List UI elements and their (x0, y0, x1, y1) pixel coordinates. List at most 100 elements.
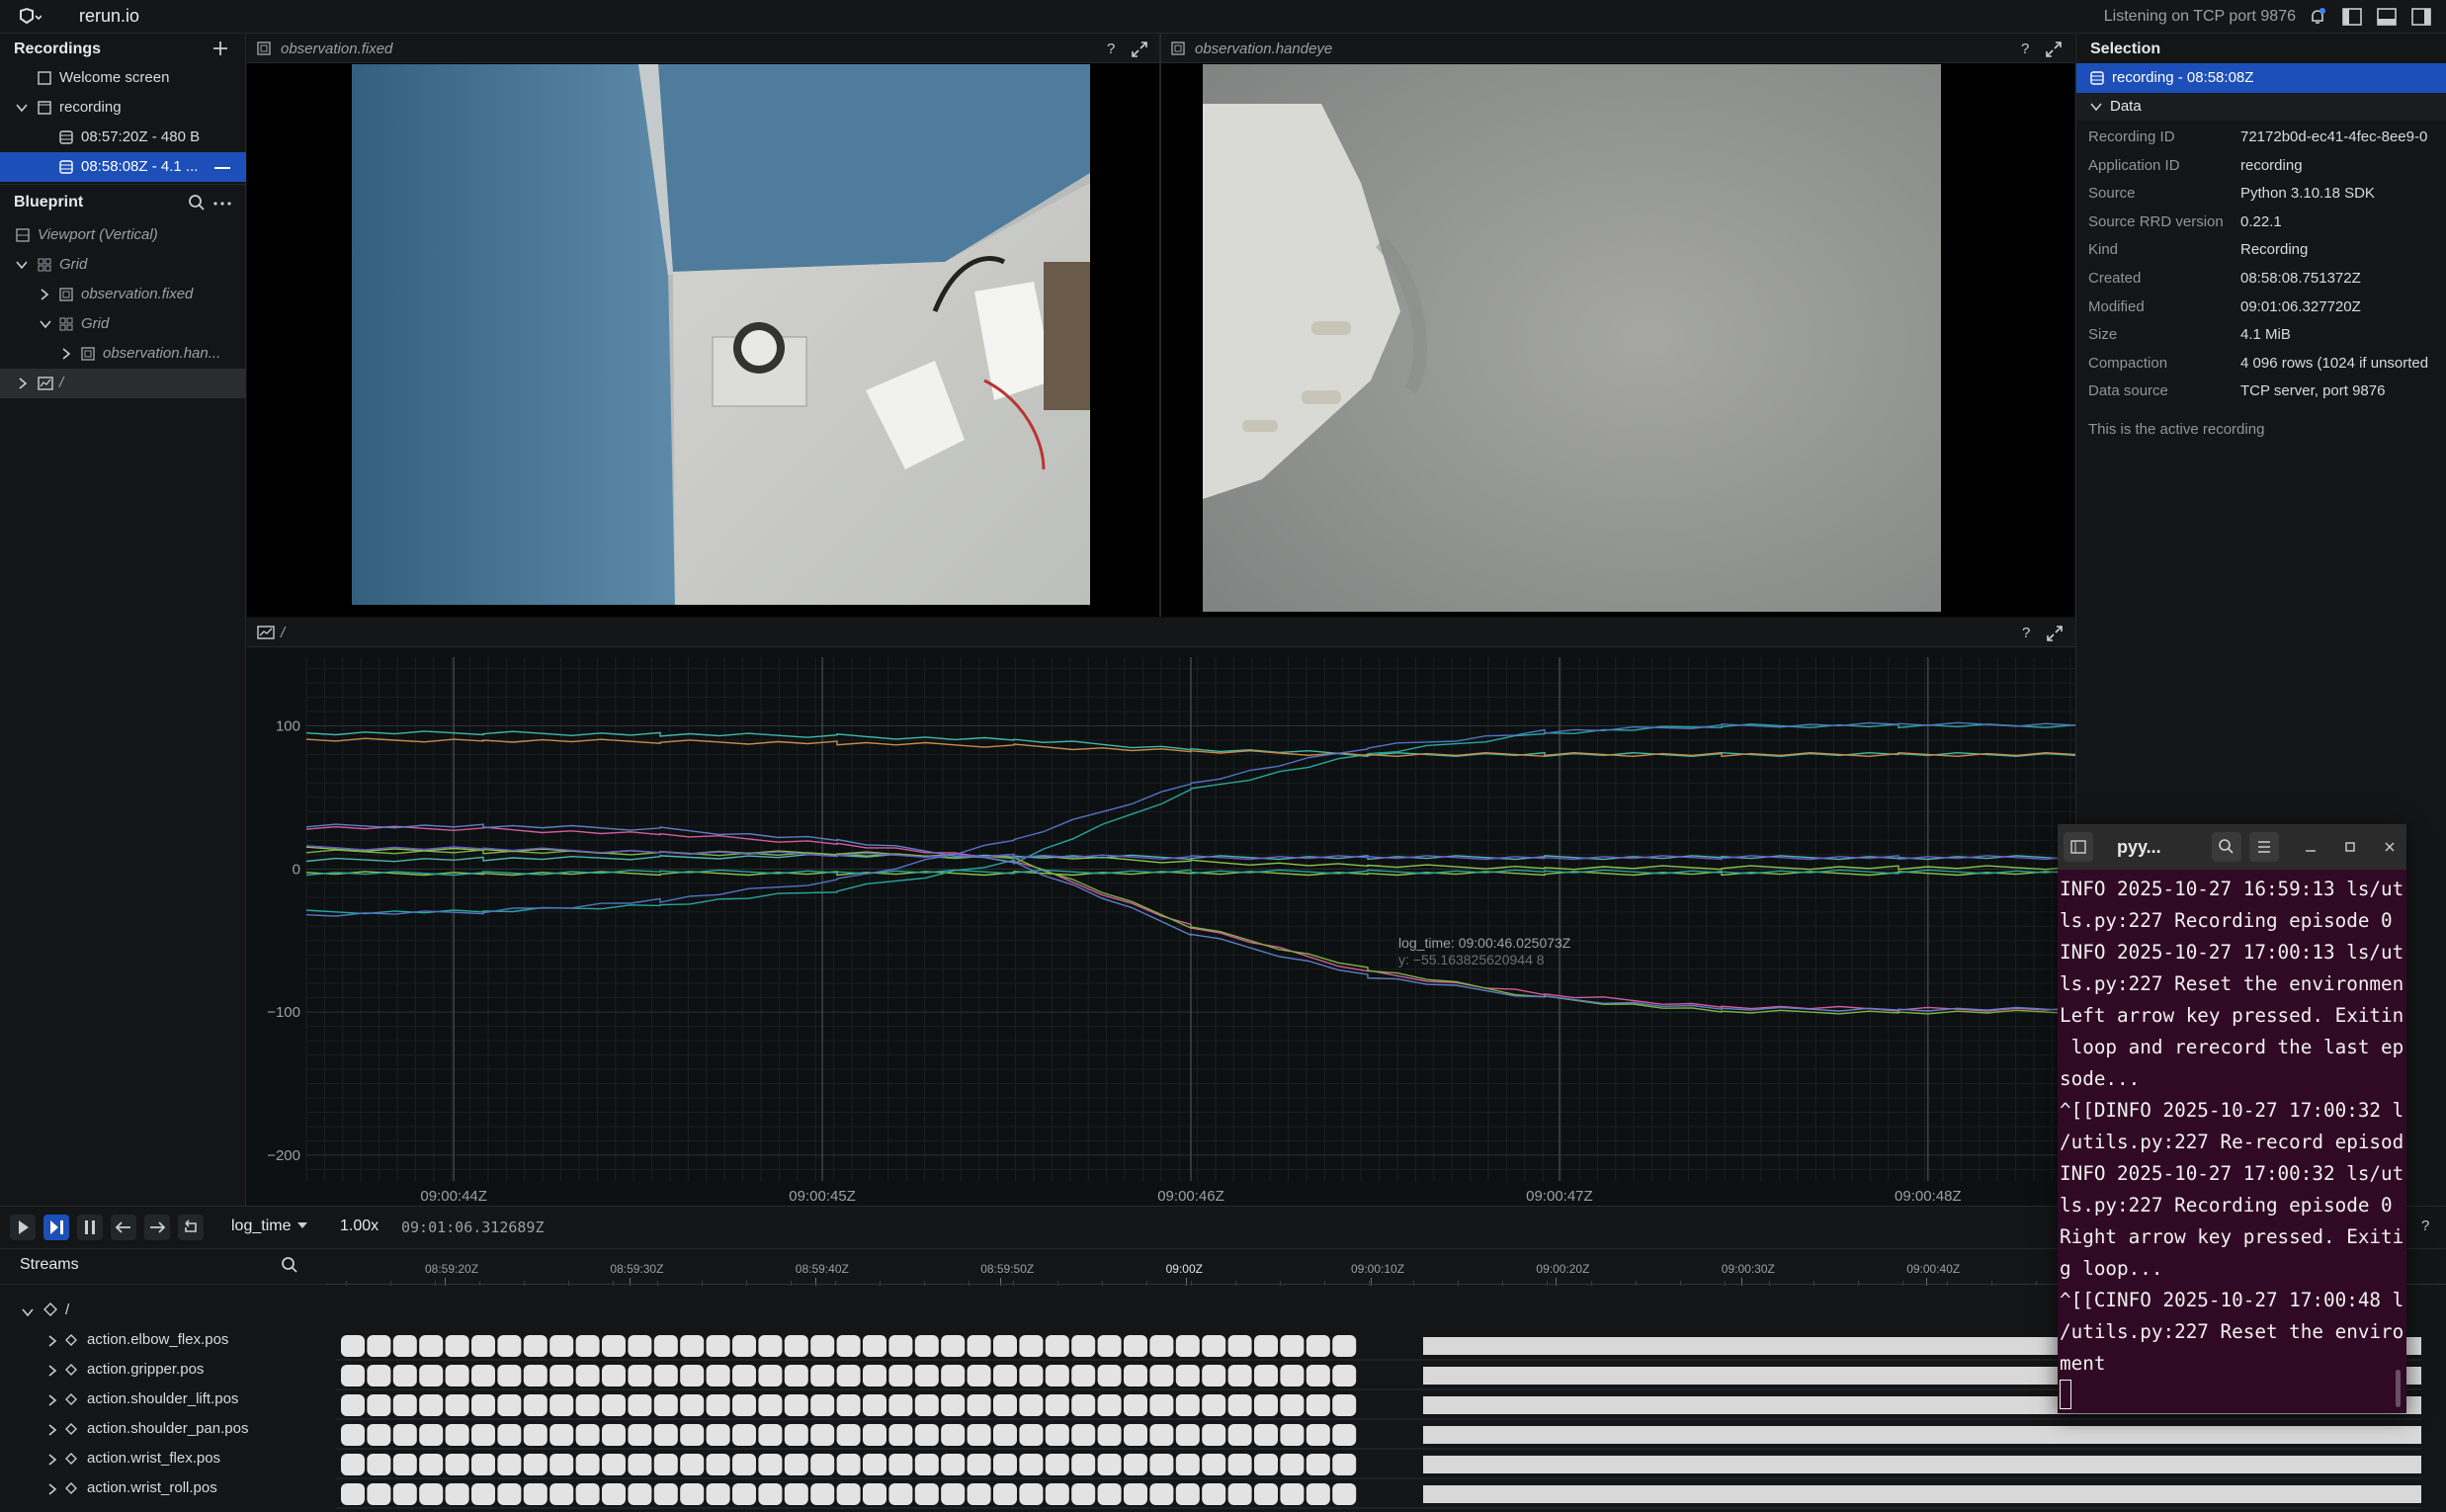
chevron-right-icon[interactable] (47, 1364, 57, 1381)
stream-density-row[interactable] (336, 1483, 2421, 1509)
density-segment (1124, 1424, 1147, 1446)
follow-button[interactable] (43, 1215, 69, 1240)
terminal-menu-button[interactable] (2249, 832, 2279, 862)
loop-button[interactable] (178, 1215, 204, 1240)
maximize-icon[interactable] (2046, 625, 2064, 642)
toggle-right-panel-icon[interactable] (2411, 8, 2431, 26)
toggle-bottom-panel-icon[interactable] (2377, 8, 2397, 26)
recording-app-item[interactable]: recording (0, 93, 246, 123)
density-segment (680, 1365, 705, 1386)
density-segment (993, 1483, 1017, 1505)
blueprint-observation-fixed[interactable]: observation.fixed (0, 280, 246, 309)
timeline-selector[interactable]: log_time (231, 1218, 291, 1235)
chevron-down-icon[interactable] (16, 103, 28, 113)
recording-item[interactable]: 08:57:20Z - 480 B (0, 123, 246, 152)
stream-item[interactable]: action.gripper.pos (0, 1355, 326, 1385)
bell-icon[interactable] (2308, 7, 2327, 27)
terminal-line: ls.py:227 Recording episode 0 (2060, 909, 2393, 932)
stream-item[interactable]: action.shoulder_pan.pos (0, 1414, 326, 1444)
density-segment (1280, 1454, 1305, 1475)
toggle-left-panel-icon[interactable] (2342, 8, 2362, 26)
data-section-header[interactable]: Data (2076, 93, 2446, 121)
stream-item[interactable]: action.elbow_flex.pos (0, 1325, 326, 1355)
view-title[interactable]: observation.handeye (1195, 41, 1332, 57)
chevron-right-icon[interactable] (47, 1334, 57, 1351)
step-forward-button[interactable] (144, 1215, 170, 1240)
maximize-icon[interactable] (2045, 41, 2063, 58)
density-segment (863, 1335, 886, 1357)
density-segment (888, 1483, 913, 1505)
add-icon[interactable] (211, 40, 229, 57)
blueprint-viewport[interactable]: Viewport (Vertical) (0, 220, 246, 250)
terminal-scrollbar[interactable] (2396, 1370, 2401, 1407)
dropdown-icon[interactable] (296, 1221, 308, 1229)
stream-item[interactable]: action.wrist_roll.pos (0, 1473, 326, 1503)
stream-density-row[interactable] (336, 1454, 2421, 1479)
hover-tooltip-time: log_time: 09:00:46.025073Z (1398, 935, 1571, 951)
chevron-right-icon[interactable] (47, 1482, 57, 1499)
density-segment (419, 1394, 444, 1416)
property-key: Size (2088, 326, 2118, 344)
density-segment (1202, 1365, 1226, 1386)
terminal-line: g loop... (2060, 1257, 2163, 1280)
stream-density-row[interactable] (336, 1424, 2421, 1450)
chevron-down-icon[interactable] (16, 260, 28, 270)
density-segment (523, 1424, 548, 1446)
selected-item[interactable]: recording - 08:58:08Z (2076, 63, 2446, 93)
maximize-window-icon[interactable] (2342, 839, 2358, 855)
minimize-icon[interactable] (2303, 839, 2319, 855)
density-segment (888, 1424, 913, 1446)
recording-item-selected[interactable]: 08:58:08Z - 4.1 ... (0, 152, 246, 182)
property-value: 09:01:06.327720Z (2240, 297, 2361, 315)
blueprint-grid-nested[interactable]: Grid (0, 309, 246, 339)
chevron-right-icon[interactable] (47, 1453, 57, 1470)
property-key: Source RRD version (2088, 212, 2224, 230)
density-segment (653, 1365, 678, 1386)
maximize-icon[interactable] (1131, 41, 1148, 58)
welcome-screen-item[interactable]: Welcome screen (0, 63, 246, 93)
stream-item[interactable]: action.wrist_flex.pos (0, 1444, 326, 1473)
density-segment (628, 1454, 652, 1475)
chevron-right-icon[interactable] (47, 1393, 57, 1410)
chevron-down-icon[interactable] (40, 319, 51, 329)
stream-root[interactable]: / (0, 1296, 326, 1325)
terminal-search-button[interactable] (2212, 832, 2241, 862)
rerun-logo-icon[interactable] (18, 7, 42, 27)
chevron-right-icon[interactable] (18, 378, 28, 389)
new-tab-button[interactable] (2064, 832, 2093, 862)
selected-item-label: recording - 08:58:08Z (2112, 69, 2254, 86)
density-segment (628, 1424, 652, 1446)
remove-icon[interactable] (213, 166, 231, 170)
blueprint-plot-view[interactable]: / (0, 369, 246, 398)
chevron-right-icon[interactable] (40, 289, 49, 300)
close-icon[interactable] (2382, 839, 2398, 855)
density-segment (863, 1454, 886, 1475)
pause-button[interactable] (77, 1215, 103, 1240)
help-icon[interactable]: ? (2022, 625, 2030, 641)
terminal-line: Left arrow key pressed. Exiting (2060, 1004, 2404, 1027)
view-title[interactable]: observation.fixed (281, 41, 392, 57)
help-icon[interactable]: ? (2021, 41, 2029, 57)
density-segment (1097, 1454, 1122, 1475)
search-icon[interactable] (281, 1256, 298, 1274)
terminal-output[interactable]: INFO 2025-10-27 16:59:13 ls/uti ls.py:227… (2060, 874, 2404, 1380)
density-segment (1045, 1483, 1069, 1505)
stream-item[interactable]: action.shoulder_lift.pos (0, 1385, 326, 1414)
search-icon[interactable] (188, 194, 206, 211)
blueprint-grid[interactable]: Grid (0, 250, 246, 280)
density-segment (1045, 1394, 1069, 1416)
chevron-down-icon[interactable] (2090, 102, 2102, 112)
chevron-right-icon[interactable] (61, 348, 71, 360)
x-tick-label: 09:00:46Z (1157, 1188, 1224, 1205)
play-button[interactable] (10, 1215, 36, 1240)
density-segment (523, 1335, 548, 1357)
help-icon[interactable]: ? (1107, 41, 1115, 57)
view-title[interactable]: / (281, 625, 285, 641)
step-back-button[interactable] (111, 1215, 136, 1240)
density-segment (1332, 1365, 1357, 1386)
more-icon[interactable] (213, 202, 231, 206)
density-segment (810, 1335, 835, 1357)
chevron-down-icon[interactable] (22, 1304, 34, 1321)
blueprint-observation-handeye[interactable]: observation.han... (0, 339, 246, 369)
chevron-right-icon[interactable] (47, 1423, 57, 1440)
